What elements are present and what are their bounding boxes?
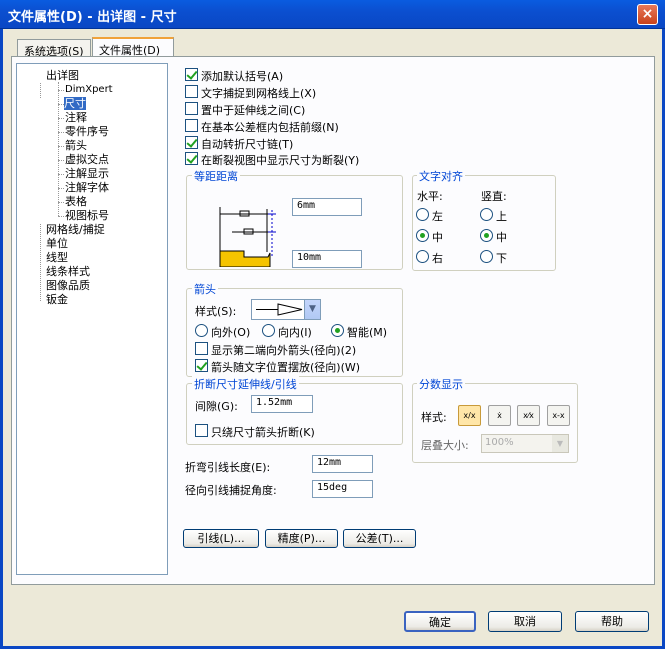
arrow-style-label: 样式(S): [195,305,237,318]
center-between-extension-checkbox[interactable] [185,102,198,115]
arrow-style-dropdown[interactable]: ▼ [251,299,321,320]
arrows-follow-text-label: 箭头随文字位置摆放(径向)(W) [211,361,361,374]
tolerance-button[interactable]: 公差(T)... [343,529,416,548]
title-bar[interactable]: 文件属性(D) - 出详图 - 尺寸 × [0,0,665,29]
offset-diagram [219,207,276,267]
show-broken-dims-checkbox[interactable] [185,152,198,165]
tree-item-dimensions[interactable]: 尺寸 [64,97,86,110]
gap-label: 间隙(G): [195,400,238,413]
v-align-top-label: 上 [496,210,507,223]
tree-item-view-labels[interactable]: 视图标号 [65,209,109,222]
show-broken-dims-label: 在断裂视图中显示尺寸为断裂(Y) [201,154,360,167]
offset-distance-2-input[interactable]: 10mm [292,250,362,268]
arrows-title: 箭头 [192,281,218,297]
break-only-arrows-checkbox[interactable] [195,424,208,437]
bent-leader-length-label: 折弯引线长度(E): [185,461,271,474]
arrows-inside-label: 向内(I) [278,326,312,339]
arrows-smart-radio[interactable] [331,324,344,337]
tree-item-virtual-sharps[interactable]: 虚拟交点 [65,153,109,166]
tree-item-units[interactable]: 单位 [46,237,68,250]
tree-item-sheet-metal[interactable]: 钣金 [46,293,68,306]
help-button[interactable]: 帮助 [575,611,649,632]
tree-item-image-quality[interactable]: 图像品质 [46,279,90,292]
auto-jog-ordinates-checkbox[interactable] [185,136,198,149]
arrow-style-icon [256,303,303,316]
fraction-style-4-button[interactable]: x-x [547,405,570,426]
h-align-center-radio[interactable] [416,229,429,242]
horizontal-label: 水平: [417,190,443,203]
chevron-down-icon[interactable]: ▼ [304,300,320,319]
vertical-label: 竖直: [481,190,507,203]
window-title: 文件属性(D) - 出详图 - 尺寸 [8,10,177,25]
fraction-style-2-button[interactable]: ẋ [488,405,511,426]
cancel-button[interactable]: 取消 [488,611,562,632]
offset-distance-1-input[interactable]: 6mm [292,198,362,216]
snap-text-to-grid-label: 文字捕捉到网格线上(X) [201,87,317,100]
include-prefix-label: 在基本公差框内包括前缀(N) [201,121,339,134]
radial-snap-angle-label: 径向引线捕捉角度: [185,484,277,497]
v-align-top-radio[interactable] [480,208,493,221]
fraction-display-title: 分数显示 [417,376,465,392]
fraction-style-3-button[interactable]: x⁄x [517,405,540,426]
gap-input[interactable]: 1.52mm [251,395,313,413]
close-button[interactable]: × [637,4,658,25]
v-align-middle-label: 中 [496,231,507,244]
v-align-middle-radio[interactable] [480,229,493,242]
snap-text-to-grid-checkbox[interactable] [185,85,198,98]
leaders-button[interactable]: 引线(L)... [183,529,259,548]
tree-item-detailing[interactable]: 出详图 [46,69,79,82]
show-second-outside-arrow-label: 显示第二端向外箭头(径向)(2) [211,344,357,357]
precision-button[interactable]: 精度(P)... [265,529,338,548]
show-second-outside-arrow-checkbox[interactable] [195,342,208,355]
include-prefix-checkbox[interactable] [185,119,198,132]
tree-item-tables[interactable]: 表格 [65,195,87,208]
text-alignment-title: 文字对齐 [417,168,465,184]
chevron-down-icon: ▼ [552,435,568,452]
add-parentheses-checkbox[interactable] [185,68,198,81]
break-only-arrows-label: 只绕尺寸箭头折断(K) [211,426,315,439]
tree-item-notes[interactable]: 注释 [65,111,87,124]
fraction-style-label: 样式: [421,411,447,424]
auto-jog-ordinates-label: 自动转折尺寸链(T) [201,138,294,151]
offset-distances-title: 等距距离 [192,168,240,184]
stack-size-value: 100% [485,437,514,448]
stack-size-label: 层叠大小: [421,439,469,452]
tree-item-dimxpert[interactable]: DimXpert [65,83,113,96]
tree-item-grid-snap[interactable]: 网格线/捕捉 [46,223,105,236]
tree-item-balloons[interactable]: 零件序号 [65,125,109,138]
arrows-outside-radio[interactable] [195,324,208,337]
h-align-center-label: 中 [432,231,443,244]
tree-item-annotation-font[interactable]: 注解字体 [65,181,109,194]
break-lines-title: 折断尺寸延伸线/引线 [192,376,299,392]
tree-item-arrows[interactable]: 箭头 [65,139,87,152]
tree-item-line-style[interactable]: 线条样式 [46,265,90,278]
h-align-right-radio[interactable] [416,250,429,263]
fraction-style-1-button[interactable]: x/x [458,405,481,426]
v-align-bottom-radio[interactable] [480,250,493,263]
v-align-bottom-label: 下 [496,252,507,265]
arrows-smart-label: 智能(M) [347,326,388,339]
tree-item-annotation-display[interactable]: 注解显示 [65,167,109,180]
h-align-left-label: 左 [432,210,443,223]
arrows-follow-text-checkbox[interactable] [195,359,208,372]
arrows-inside-radio[interactable] [262,324,275,337]
stack-size-dropdown[interactable]: 100% ▼ [481,434,569,453]
add-parentheses-label: 添加默认括号(A) [201,70,284,83]
center-between-extension-label: 置中于延伸线之间(C) [201,104,306,117]
tree-item-line-font[interactable]: 线型 [46,251,68,264]
h-align-left-radio[interactable] [416,208,429,221]
tab-document-properties[interactable]: 文件属性(D) [92,37,174,58]
options-tree[interactable]: 出详图 DimXpert 尺寸 注释 零件序号 箭头 虚拟交点 注解显示 注解字… [16,63,168,575]
bent-leader-length-input[interactable]: 12mm [312,455,373,473]
radial-snap-angle-input[interactable]: 15deg [312,480,373,498]
ok-button[interactable]: 确定 [404,611,476,632]
arrows-outside-label: 向外(O) [211,326,251,339]
h-align-right-label: 右 [432,252,443,265]
